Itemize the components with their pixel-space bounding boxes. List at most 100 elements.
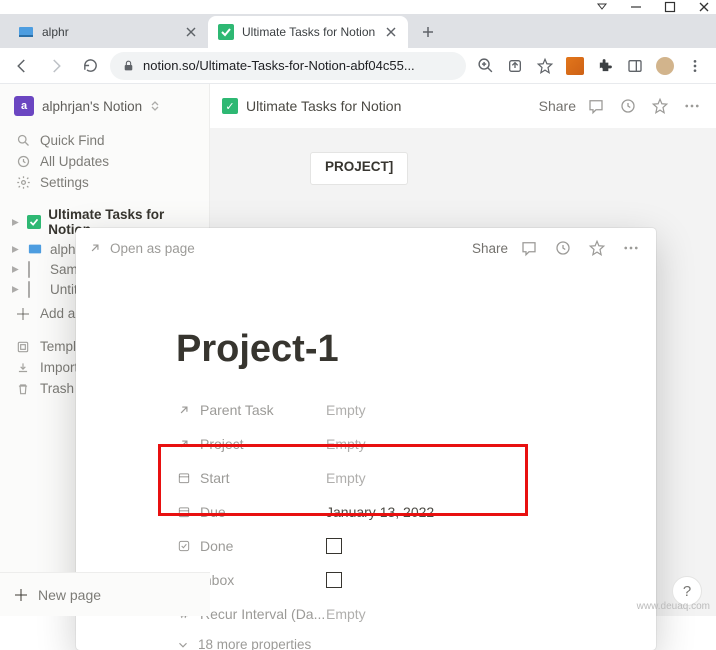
side-panel-icon[interactable] [626, 57, 644, 75]
watermark: www.deuaq.com [637, 601, 710, 612]
toolbar-actions [472, 57, 708, 75]
sidebar-all-updates[interactable]: All Updates [4, 151, 205, 172]
inbox-checkbox[interactable] [326, 572, 342, 588]
breadcrumb[interactable]: Ultimate Tasks for Notion [246, 98, 401, 114]
nav-back-button[interactable] [8, 52, 36, 80]
gear-icon [14, 175, 32, 190]
property-list: Parent Task Empty Project Empty Start Em… [176, 393, 556, 650]
prop-label: Start [200, 470, 230, 486]
extensions-puzzle-icon[interactable] [596, 57, 614, 75]
window-line-icon[interactable] [630, 1, 642, 13]
prop-value[interactable]: January 13, 2022 [326, 504, 434, 520]
bookmark-star-icon[interactable] [536, 57, 554, 75]
checkbox-prop-icon [176, 539, 192, 553]
chevron-updown-icon [150, 101, 160, 111]
prop-label: Recur Interval (Da... [200, 606, 325, 622]
prop-label: Parent Task [200, 402, 274, 418]
workspace-icon: a [14, 96, 34, 116]
browser-toolbar: notion.so/Ultimate-Tasks-for-Notion-abf0… [0, 48, 716, 84]
sidebar-label: Trash [40, 381, 74, 396]
workspace-switcher[interactable]: a alphrjan's Notion [4, 92, 205, 120]
open-as-page-button[interactable]: Open as page [110, 241, 195, 256]
url-text: notion.so/Ultimate-Tasks-for-Notion-abf0… [143, 58, 415, 73]
caret-icon[interactable]: ▸ [12, 281, 24, 297]
plus-icon [14, 307, 32, 321]
page-icon: ✓ [222, 98, 238, 114]
zoom-icon[interactable] [476, 57, 494, 75]
sidebar-label: Quick Find [40, 133, 105, 148]
page-emoji-icon [27, 215, 44, 229]
tab-favicon-icon [18, 24, 34, 40]
more-menu-icon[interactable] [680, 94, 704, 118]
modal-toolbar: Open as page Share [76, 228, 656, 268]
updates-clock-icon[interactable] [616, 94, 640, 118]
comments-icon[interactable] [584, 94, 608, 118]
new-tab-button[interactable] [414, 18, 442, 46]
sidebar-label: Settings [40, 175, 89, 190]
open-page-icon [88, 241, 102, 255]
window-titlebar [0, 0, 716, 14]
extension-metamask-icon[interactable] [566, 57, 584, 75]
page-icon [28, 282, 46, 297]
clock-icon [14, 154, 32, 169]
prop-parent-task[interactable]: Parent Task Empty [176, 393, 556, 427]
new-page-button[interactable]: New page [0, 572, 210, 616]
window-maximize-icon[interactable] [664, 1, 676, 13]
search-icon [14, 133, 32, 148]
more-props-label: 18 more properties [198, 637, 311, 650]
prop-due[interactable]: Due January 13, 2022 [176, 495, 556, 529]
tab-close-icon[interactable] [384, 25, 398, 39]
window-minimize-icon[interactable] [596, 1, 608, 13]
notion-app: a alphrjan's Notion Quick Find All Updat… [0, 84, 716, 616]
share-button[interactable]: Share [539, 98, 576, 114]
workspace-name: alphrjan's Notion [42, 99, 142, 114]
tab-label: Ultimate Tasks for Notion [242, 25, 376, 39]
nav-forward-button[interactable] [42, 52, 70, 80]
share-page-icon[interactable] [506, 57, 524, 75]
tab-label: alphr [42, 25, 176, 39]
prop-value[interactable]: Empty [326, 470, 366, 486]
more-properties-toggle[interactable]: 18 more properties [176, 631, 556, 650]
caret-icon[interactable]: ▸ [12, 214, 23, 230]
page-title[interactable]: Project-1 [176, 328, 556, 371]
page-emoji-icon [28, 242, 46, 256]
calendar-icon [176, 505, 192, 519]
calendar-icon [176, 471, 192, 485]
tab-favicon-icon [218, 24, 234, 40]
prop-done[interactable]: Done [176, 529, 556, 563]
prop-start[interactable]: Start Empty [176, 461, 556, 495]
prop-value[interactable]: Empty [326, 402, 366, 418]
caret-icon[interactable]: ▸ [12, 241, 24, 257]
chrome-menu-icon[interactable] [686, 57, 704, 75]
browser-tab-alphr[interactable]: alphr [8, 16, 208, 48]
prop-value[interactable]: Empty [326, 436, 366, 452]
modal-more-icon[interactable] [618, 235, 644, 261]
download-icon [14, 361, 32, 375]
prop-recur[interactable]: Recur Interval (Da... Empty [176, 597, 556, 631]
prop-project[interactable]: Project Empty [176, 427, 556, 461]
favorite-star-icon[interactable] [648, 94, 672, 118]
relation-icon [176, 437, 192, 451]
relation-icon [176, 403, 192, 417]
modal-favorite-icon[interactable] [584, 235, 610, 261]
browser-tab-notion[interactable]: Ultimate Tasks for Notion [208, 16, 408, 48]
modal-updates-icon[interactable] [550, 235, 576, 261]
profile-avatar-icon[interactable] [656, 57, 674, 75]
sidebar-quick-find[interactable]: Quick Find [4, 130, 205, 151]
caret-icon[interactable]: ▸ [12, 261, 24, 277]
done-checkbox[interactable] [326, 538, 342, 554]
template-icon [14, 340, 32, 354]
sidebar-settings[interactable]: Settings [4, 172, 205, 193]
prop-value[interactable]: Empty [326, 606, 366, 622]
page-topbar: ✓ Ultimate Tasks for Notion Share [210, 84, 716, 128]
modal-comments-icon[interactable] [516, 235, 542, 261]
window-close-icon[interactable] [698, 1, 710, 13]
prop-inbox[interactable]: Inbox [176, 563, 556, 597]
modal-share-button[interactable]: Share [472, 241, 508, 256]
tab-close-icon[interactable] [184, 25, 198, 39]
plus-icon [14, 588, 28, 602]
address-bar[interactable]: notion.so/Ultimate-Tasks-for-Notion-abf0… [110, 52, 466, 80]
card-text: PROJECT] [325, 159, 393, 174]
page-icon [28, 262, 46, 277]
nav-reload-button[interactable] [76, 52, 104, 80]
